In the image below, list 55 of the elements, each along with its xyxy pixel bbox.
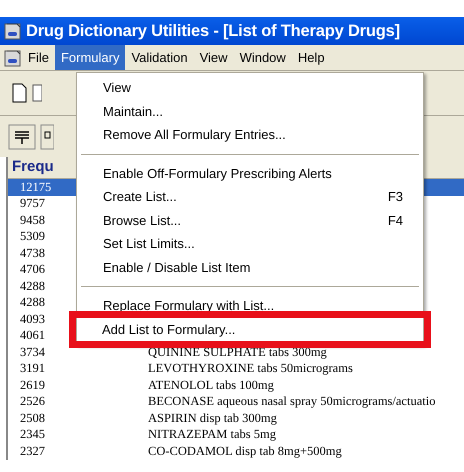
item-label: Enable / Disable List Item	[103, 258, 252, 276]
drug-cell-text: LEVOTHYROXINE tabs 50micrograms	[148, 360, 353, 378]
window-title: Drug Dictionary Utilities - [List of Therapy Drugs]	[26, 20, 400, 42]
frequency-cell: 4093	[20, 312, 45, 326]
drug-cell-text: NITRAZEPAM tabs 5mg	[148, 426, 276, 444]
drug-cell-text: CO-CODAMOL disp tab 8mg+500mg	[148, 442, 342, 460]
dropdown-item[interactable]: Enable / Disable List Item	[77, 256, 423, 279]
menu-item[interactable]: View	[194, 45, 234, 70]
frequency-cell: 4738	[20, 246, 45, 260]
dropdown-item[interactable]: Create List... F3	[77, 185, 423, 208]
dropdown-item[interactable]: Add List to Formulary...	[76, 318, 424, 341]
shortcut-label: F3	[388, 188, 403, 206]
menu-item[interactable]: Formulary	[54, 45, 126, 70]
dropdown-item[interactable]: Set List Limits...	[77, 232, 423, 256]
item-label: Create List...	[103, 188, 178, 206]
app-icon	[4, 22, 22, 40]
drug-cell-text: BECONASE aqueous nasal spray 50micrograms/actuatio	[148, 393, 436, 410]
list-row[interactable]: 2619 ATENOLOL tabs 100mg	[8, 377, 464, 394]
frequency-cell: 3734	[20, 344, 45, 359]
drug-cell-text: ATENOLOL tabs 100mg	[148, 376, 274, 394]
list-row[interactable]: 2526 BECONASE aqueous nasal spray 50micrograms/actuatio	[8, 394, 464, 410]
frequency-cell: 2508	[20, 410, 45, 425]
list-row[interactable]: 2345 NITRAZEPAM tabs 5mg	[8, 426, 464, 443]
item-label: Replace Formulary with List...	[103, 297, 276, 315]
drug-cell-text: QUININE SULPHATE tabs 300mg	[148, 344, 327, 361]
menu-item[interactable]: Window	[234, 45, 292, 70]
item-label: View	[103, 79, 132, 97]
list-row[interactable]: 3734 QUININE SULPHATE tabs 300mg	[8, 344, 464, 360]
frequency-cell: 2327	[20, 444, 45, 458]
list-row[interactable]: 2327 CO-CODAMOL disp tab 8mg+500mg	[8, 443, 464, 460]
menu-item[interactable]: Help	[292, 45, 331, 70]
item-label: Set List Limits...	[103, 235, 196, 253]
frequency-cell: 4288	[20, 278, 45, 293]
item-label: Remove All Formulary Entries...	[103, 126, 287, 144]
item-label: Browse List...	[103, 212, 182, 230]
frequency-cell: 2345	[20, 427, 45, 442]
list-row[interactable]: 2508 ASPIRIN disp tab 300mg	[8, 410, 464, 426]
list-row[interactable]: 3191 LEVOTHYROXINE tabs 50micrograms	[8, 360, 464, 377]
dropdown-item[interactable]: Remove All Formulary Entries...	[77, 123, 423, 146]
frequency-cell: 2619	[20, 378, 45, 392]
dropdown-item[interactable]: Replace Formulary with List...	[77, 294, 423, 318]
menu-item[interactable]: File	[22, 45, 55, 70]
drug-cell-text: ASPIRIN disp tab 300mg	[148, 410, 277, 427]
filter-icon[interactable]	[8, 124, 36, 150]
item-label: Add List to Formulary...	[102, 320, 236, 339]
menu-item[interactable]: Validation	[125, 45, 194, 70]
frequency-cell: 3191	[20, 361, 45, 376]
shortcut-label: F4	[388, 212, 403, 230]
frequency-cell: 12175	[20, 180, 52, 194]
app-icon	[4, 48, 22, 66]
dropdown-item[interactable]: Browse List... F4	[77, 208, 423, 232]
dropdown-item[interactable]: Maintain...	[77, 100, 423, 123]
dropdown-item[interactable]: View	[77, 76, 423, 100]
item-label: Maintain...	[103, 102, 164, 120]
frequency-cell: 2526	[20, 394, 45, 408]
